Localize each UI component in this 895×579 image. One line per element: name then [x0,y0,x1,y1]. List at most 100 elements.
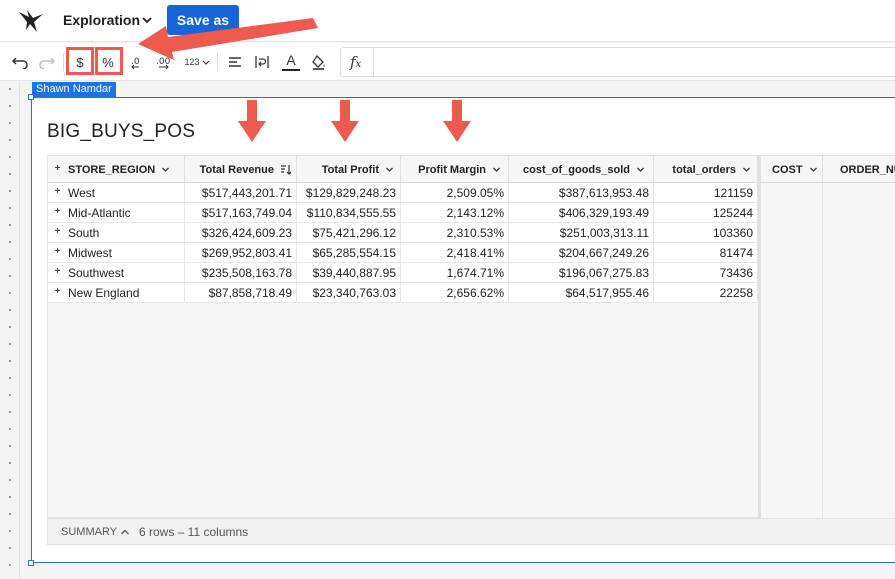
cell-value: $64,517,955.46 [565,286,649,300]
total-orders-cell[interactable]: 73436 [654,263,758,283]
table-row[interactable]: + Mid-Atlantic $517,163,749.04 $110,834,555… [48,203,758,223]
text-color-button[interactable]: A [279,49,303,75]
total-orders-cell[interactable]: 22258 [654,283,758,303]
undo-button[interactable] [9,49,31,75]
user-presence-tag: Shawn Namdar [32,82,116,97]
cost-of-goods-sold-cell[interactable]: $406,329,193.49 [509,203,654,223]
store-region-cell[interactable]: + New England [48,283,185,303]
chevron-down-icon[interactable] [161,165,170,174]
chevron-down-icon[interactable] [141,14,153,26]
formula-bar[interactable]: fx [340,47,895,77]
increase-decimals-icon: .00 [156,57,171,70]
chevron-down-icon[interactable] [492,165,501,174]
total-orders-cell[interactable]: 125244 [654,203,758,223]
column-header-order-number[interactable]: ORDER_NU [823,156,895,183]
total-revenue-cell[interactable]: $517,163,749.04 [185,203,297,223]
table-row[interactable]: + New England $87,858,718.49 $23,340,763.03… [48,283,758,303]
chevron-down-icon[interactable] [742,165,751,174]
decrease-decimals-button[interactable]: .0 [127,49,149,75]
chevron-up-icon[interactable] [120,527,130,537]
store-region-cell[interactable]: + Mid-Atlantic [48,203,185,223]
chevron-down-icon[interactable] [809,165,818,174]
expand-row-icon[interactable]: + [53,267,62,277]
column-header-cost[interactable]: COST [761,156,823,183]
profit-margin-cell[interactable]: 2,310.53% [401,223,509,243]
sort-descending-icon[interactable] [280,164,291,175]
cell-value: Mid-Atlantic [68,206,131,220]
total-profit-cell[interactable]: $75,421,296.12 [297,223,401,243]
row-column-count: 6 rows – 11 columns [139,525,249,539]
total-orders-cell[interactable]: 121159 [654,183,758,203]
fill-color-button[interactable] [308,49,330,75]
cost-of-goods-sold-cell[interactable]: $387,613,953.48 [509,183,654,203]
profit-margin-cell[interactable]: 2,143.12% [401,203,509,223]
total-revenue-cell[interactable]: $235,508,163.78 [185,263,297,283]
total-profit-cell[interactable]: $65,285,554.15 [297,243,401,263]
expand-row-icon[interactable]: + [53,187,62,197]
column-header-profit-margin[interactable]: Profit Margin [401,156,509,183]
cell-value: New England [68,286,140,300]
cost-of-goods-sold-cell[interactable]: $196,067,275.83 [509,263,654,283]
ruler-tick [9,241,11,243]
expand-row-icon[interactable]: + [53,207,62,217]
app-logo-icon[interactable] [17,8,45,34]
total-profit-cell[interactable]: $129,829,248.23 [297,183,401,203]
chevron-down-icon[interactable] [385,165,394,174]
total-profit-cell[interactable]: $110,834,555.55 [297,203,401,223]
ruler-tick [9,139,11,141]
cell-value: $517,443,201.71 [201,186,292,200]
total-profit-cell[interactable]: $23,340,763.03 [297,283,401,303]
summary-bar[interactable]: SUMMARY 6 rows – 11 columns [47,518,895,545]
expand-row-icon[interactable]: + [53,287,62,297]
cost-of-goods-sold-cell[interactable]: $64,517,955.46 [509,283,654,303]
profit-margin-cell[interactable]: 2,418.41% [401,243,509,263]
expand-row-icon[interactable]: + [53,247,62,257]
table-row[interactable]: + West $517,443,201.71 $129,829,248.23 2,509… [48,183,758,203]
column-header-store-region[interactable]: + STORE_REGION [48,156,185,183]
text-wrap-button[interactable] [251,49,273,75]
redo-icon [39,57,55,69]
profit-margin-cell[interactable]: 2,656.62% [401,283,509,303]
store-region-cell[interactable]: + Southwest [48,263,185,283]
save-as-button[interactable]: Save as [167,5,239,35]
total-orders-cell[interactable]: 81474 [654,243,758,263]
total-revenue-cell[interactable]: $87,858,718.49 [185,283,297,303]
exploration-title[interactable]: Exploration [63,12,140,28]
number-format-dropdown[interactable]: 123 [182,49,212,75]
column-header-total-revenue[interactable]: Total Revenue [185,156,297,183]
cell-value: $517,163,749.04 [201,206,292,220]
table-row[interactable]: + South $326,424,609.23 $75,421,296.12 2,310… [48,223,758,243]
column-header-cost-of-goods-sold[interactable]: cost_of_goods_sold [509,156,654,183]
total-revenue-cell[interactable]: $326,424,609.23 [185,223,297,243]
expand-row-icon[interactable]: + [53,227,62,237]
column-header-total-orders[interactable]: total_orders [654,156,758,183]
ruler-tick [9,156,11,158]
total-revenue-cell[interactable]: $269,952,803.41 [185,243,297,263]
table-row[interactable]: + Midwest $269,952,803.41 $65,285,554.15 2,4… [48,243,758,263]
cost-of-goods-sold-cell[interactable]: $204,667,249.26 [509,243,654,263]
store-region-cell[interactable]: + Midwest [48,243,185,263]
expand-all-icon[interactable]: + [53,164,62,174]
align-button[interactable] [224,49,246,75]
total-profit-cell[interactable]: $39,440,887.95 [297,263,401,283]
profit-margin-cell[interactable]: 1,674.71% [401,263,509,283]
chevron-down-icon[interactable] [636,165,645,174]
total-orders-cell[interactable]: 103360 [654,223,758,243]
ruler-tick [9,513,11,515]
resize-handle-top-left[interactable] [28,94,34,100]
cell-value: $326,424,609.23 [201,226,292,240]
cost-of-goods-sold-cell[interactable]: $251,003,313.11 [509,223,654,243]
store-region-cell[interactable]: + West [48,183,185,203]
cost-column-body [761,183,823,519]
redo-button[interactable] [36,49,58,75]
total-revenue-cell[interactable]: $517,443,201.71 [185,183,297,203]
ruler-tick [9,292,11,294]
table-row[interactable]: + Southwest $235,508,163.78 $39,440,887.95 1… [48,263,758,283]
cell-value: $87,858,718.49 [208,286,292,300]
increase-decimals-button[interactable]: .00 [153,49,177,75]
ruler-tick [9,258,11,260]
store-region-cell[interactable]: + South [48,223,185,243]
profit-margin-cell[interactable]: 2,509.05% [401,183,509,203]
column-header-total-profit[interactable]: Total Profit [297,156,401,183]
resize-handle-bottom-left[interactable] [28,560,34,566]
